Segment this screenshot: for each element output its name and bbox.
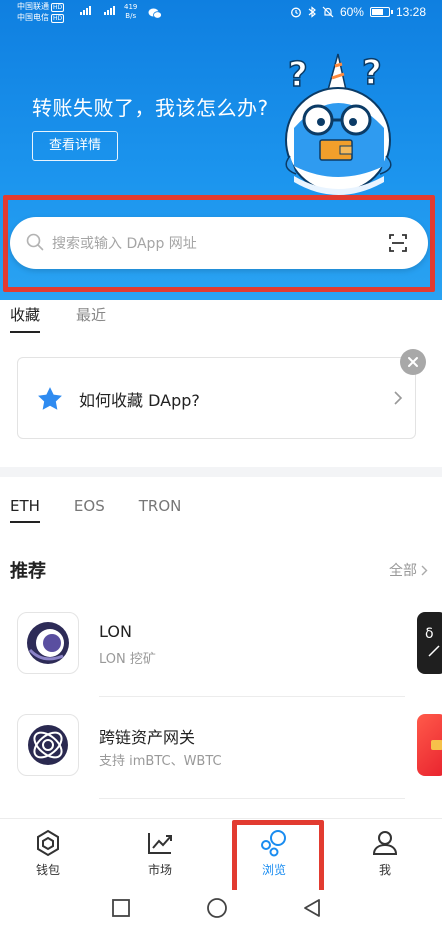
tab-wallet[interactable]: 钱包	[8, 829, 88, 878]
close-icon	[408, 357, 418, 367]
home-icon[interactable]	[206, 898, 228, 920]
tab-me[interactable]: 我	[345, 829, 425, 878]
recent-apps-icon[interactable]	[111, 898, 131, 918]
mute-icon	[322, 6, 334, 18]
see-all-label: 全部	[389, 563, 417, 579]
side-card-peek-2[interactable]	[417, 714, 442, 776]
divider	[99, 798, 405, 799]
dapp-name: 跨链资产网关	[99, 728, 196, 747]
back-icon[interactable]	[302, 898, 322, 918]
tab-label: 市场	[147, 863, 172, 877]
svg-text:?: ?	[288, 55, 308, 95]
view-details-button[interactable]: 查看详情	[32, 131, 118, 161]
side-card-icon: δ	[425, 626, 440, 657]
tab-market[interactable]: 市场	[120, 829, 200, 878]
close-tip-button[interactable]	[400, 349, 426, 375]
search-icon	[26, 233, 44, 251]
signal-icon	[80, 6, 91, 15]
star-icon	[38, 387, 62, 410]
status-right: 60% 13:28	[290, 5, 426, 19]
tab-tron[interactable]: TRON	[139, 497, 182, 523]
dapp-name: LON	[99, 622, 132, 641]
signal-icon-2	[104, 6, 115, 15]
side-card-icon	[431, 740, 442, 750]
scan-qr-icon[interactable]	[388, 233, 408, 253]
clock: 13:28	[395, 5, 426, 19]
mascot-illustration-icon: ? ?	[285, 52, 392, 195]
dapp-description: 支持 imBTC、WBTC	[99, 754, 222, 769]
tip-text: 如何收藏 DApp?	[79, 391, 200, 410]
battery-icon	[369, 7, 393, 17]
browse-tab-highlight-box	[232, 820, 324, 896]
net-speed: 419 B/s	[124, 3, 138, 20]
android-nav-bar	[0, 890, 442, 929]
search-input[interactable]: 搜索或输入 DApp 网址	[10, 217, 428, 269]
bottom-tab-bar: 钱包 市场 浏览 我	[0, 818, 442, 890]
divider	[99, 696, 405, 697]
see-all-link[interactable]: 全部	[389, 560, 428, 580]
chevron-right-icon	[394, 391, 403, 405]
search-highlight-box: 搜索或输入 DApp 网址	[3, 195, 435, 292]
alarm-icon	[290, 7, 301, 18]
search-placeholder: 搜索或输入 DApp 网址	[52, 236, 197, 252]
how-to-favorite-card[interactable]: 如何收藏 DApp?	[17, 357, 416, 439]
tab-favorites[interactable]: 收藏	[10, 304, 41, 333]
tab-recent[interactable]: 最近	[76, 304, 106, 333]
profile-icon	[372, 831, 398, 855]
chain-tabs: ETH EOS TRON	[10, 497, 181, 523]
dapp-list-item-gateway[interactable]: 跨链资产网关 支持 imBTC、WBTC	[0, 714, 410, 818]
wallet-icon	[37, 829, 59, 857]
lon-logo-icon	[17, 612, 79, 674]
tab-eth[interactable]: ETH	[10, 497, 40, 523]
recommend-title: 推荐	[10, 561, 46, 582]
market-chart-icon	[148, 833, 172, 854]
bluetooth-icon	[308, 6, 316, 18]
tab-eos[interactable]: EOS	[74, 497, 105, 523]
carrier-1: 中国联通 HD	[17, 2, 65, 12]
status-bar: 中国联通 HD 中国电信 HD 419 B/s 60% 13:28	[0, 0, 442, 30]
favorites-tabs: 收藏 最近	[10, 304, 106, 333]
tab-label: 钱包	[35, 863, 60, 877]
gateway-logo-icon	[17, 714, 79, 776]
battery-percent: 60%	[339, 5, 364, 19]
svg-text:δ: δ	[425, 626, 434, 642]
wechat-icon	[148, 8, 162, 19]
dapp-list-item-lon[interactable]: LON LON 挖矿	[0, 612, 410, 716]
chevron-right-icon	[421, 565, 428, 575]
tab-label: 我	[378, 863, 391, 877]
svg-text:?: ?	[362, 53, 382, 93]
dapp-description: LON 挖矿	[99, 652, 156, 667]
banner-title: 转账失败了，我该怎么办?	[32, 96, 269, 120]
section-divider	[0, 467, 442, 477]
side-card-peek[interactable]: δ	[417, 612, 442, 674]
carrier-2: 中国电信 HD	[17, 13, 65, 23]
